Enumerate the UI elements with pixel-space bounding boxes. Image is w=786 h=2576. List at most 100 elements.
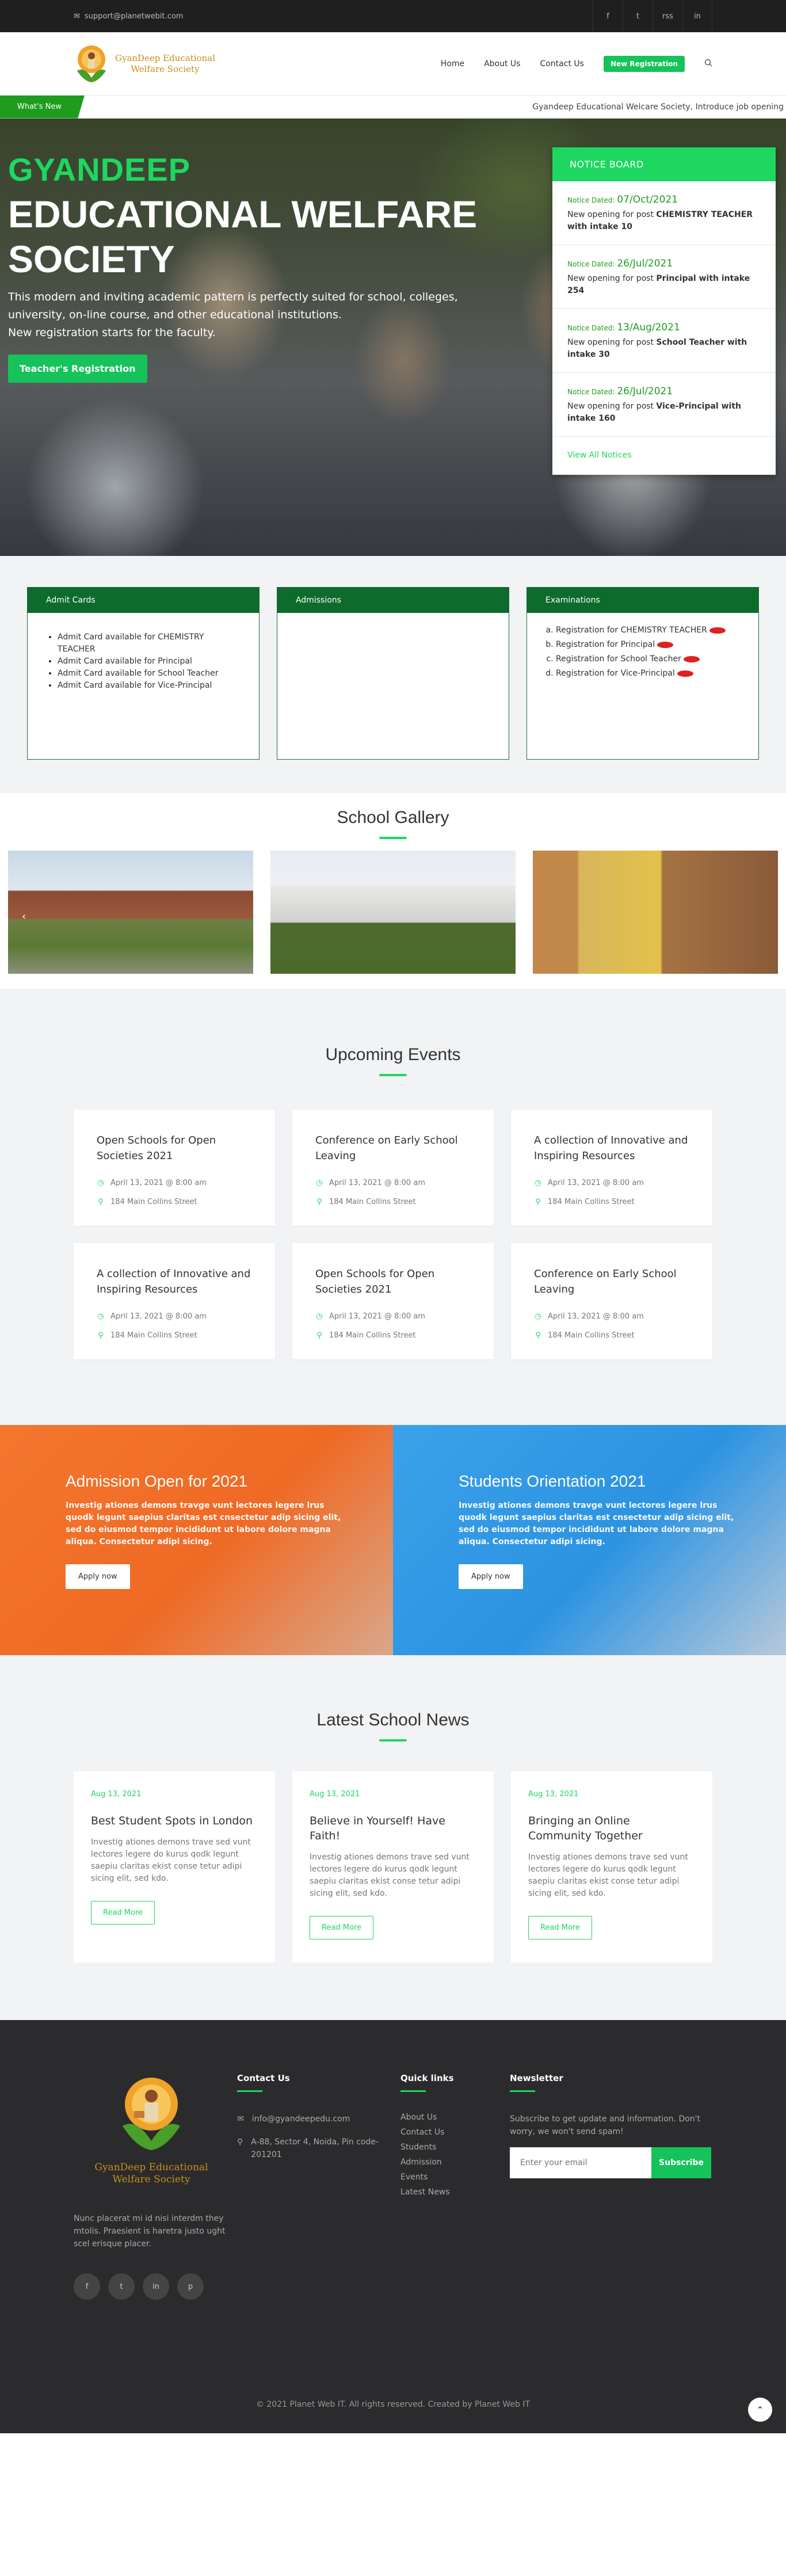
carousel-prev-icon[interactable]: ‹ (22, 910, 26, 923)
gallery-image[interactable] (270, 851, 516, 974)
news-excerpt: Investig ationes demons trave sed vunt l… (528, 1853, 688, 1898)
saraswati-logo-icon (74, 43, 109, 85)
promo-banners: Admission Open for 2021 Investig ationes… (0, 1425, 786, 1655)
news-card: Aug 13, 2021 Bringing an Online Communit… (511, 1771, 712, 1963)
event-card[interactable]: Open Schools for Open Societies 2021 ◷ Ap… (74, 1110, 275, 1226)
notice-item[interactable]: Notice Dated: 07/Oct/2021 New opening fo… (552, 181, 776, 245)
event-card[interactable]: Conference on Early School Leaving ◷ Apri… (292, 1110, 494, 1226)
pinterest-icon[interactable]: p (177, 2273, 204, 2300)
teachers-registration-button[interactable]: Teacher's Registration (8, 355, 147, 383)
event-place: 184 Main Collins Street (110, 1198, 197, 1206)
search-icon[interactable] (704, 59, 712, 69)
rss-icon[interactable]: rss (653, 0, 682, 32)
event-meta: ◷ April 13, 2021 @ 8:00 am ⚲ 184 Main Coll… (534, 1179, 689, 1206)
footer-contact-title: Contact Us (237, 2073, 290, 2083)
notice-item[interactable]: Notice Dated: 13/Aug/2021 New opening fo… (552, 309, 776, 373)
gallery-image[interactable] (533, 851, 778, 974)
logo-text: GyanDeep Educational Welfare Society (115, 53, 215, 75)
footer-link-events[interactable]: Events (400, 2173, 510, 2182)
hero-banner: GYANDEEP EDUCATIONAL WELFARE SOCIETY Thi… (0, 119, 786, 556)
footer-link-contact-us[interactable]: Contact Us (400, 2128, 510, 2137)
support-email-text: support@planetwebit.com (84, 12, 184, 21)
event-card[interactable]: A collection of Innovative and Inspiring… (74, 1243, 275, 1359)
footer-socials: f t in p (74, 2273, 237, 2300)
hero-content: GYANDEEP EDUCATIONAL WELFARE SOCIETY Thi… (8, 151, 503, 383)
apply-now-button[interactable]: Apply now (66, 1564, 130, 1589)
ticker-message[interactable]: Gyandeep Educational Welcare Society, In… (85, 102, 786, 112)
subscribe-form: Subscribe (510, 2147, 711, 2178)
list-item[interactable]: Registration for CHEMISTRY TEACHER (556, 623, 741, 638)
apply-now-button[interactable]: Apply now (459, 1564, 523, 1589)
footer-link-admission[interactable]: Admission (400, 2158, 510, 2167)
info-boxes: Admit Cards Admit Card available for CHE… (0, 556, 786, 793)
list-item[interactable]: Registration for Vice-Principal (556, 666, 741, 681)
title-underline (379, 1739, 407, 1742)
twitter-icon[interactable]: t (108, 2273, 135, 2300)
list-item[interactable]: Admit Card available for School Teacher (58, 668, 242, 680)
event-title: Open Schools for Open Societies 2021 (315, 1268, 435, 1295)
event-meta: ◷ April 13, 2021 @ 8:00 am ⚲ 184 Main Coll… (315, 1312, 471, 1340)
news-excerpt: Investig ationes demons trave sed vunt l… (310, 1853, 470, 1898)
event-meta: ◷ April 13, 2021 @ 8:00 am ⚲ 184 Main Coll… (97, 1179, 252, 1206)
title-underline (237, 2090, 262, 2092)
news-date: Aug 13, 2021 (91, 1790, 142, 1798)
read-more-button[interactable]: Read More (528, 1916, 593, 1939)
event-card[interactable]: A collection of Innovative and Inspiring… (511, 1110, 712, 1226)
subscribe-button[interactable]: Subscribe (651, 2147, 711, 2178)
scroll-to-top-icon[interactable]: ⌃ (748, 2398, 772, 2422)
new-badge-icon (709, 627, 726, 634)
contact-email[interactable]: info@gyandeepedu.com (252, 2113, 350, 2125)
twitter-icon[interactable]: t (623, 0, 653, 32)
list-item[interactable]: Admit Card available for Principal (58, 656, 242, 668)
linkedin-icon[interactable]: in (143, 2273, 169, 2300)
support-email[interactable]: ✉ support@planetwebit.com (74, 12, 183, 21)
examinations-title: Examinations (527, 588, 758, 613)
new-registration-button[interactable]: New Registration (603, 55, 685, 72)
news-headline[interactable]: Best Student Spots in London (91, 1813, 258, 1828)
site-logo[interactable]: GyanDeep Educational Welfare Society (74, 43, 215, 85)
notice-date: Notice Dated: 07/Oct/2021 (567, 194, 678, 205)
view-all-notices-link[interactable]: View All Notices (552, 437, 776, 475)
upcoming-events: Upcoming Events Open Schools for Open So… (0, 989, 786, 1425)
list-item[interactable]: Admit Card available for CHEMISTRY TEACH… (58, 631, 242, 656)
news-headline[interactable]: Believe in Yourself! Have Faith! (310, 1813, 476, 1843)
read-more-button[interactable]: Read More (310, 1916, 374, 1939)
contact-address: A-88, Sector 4, Noida, Pin code-201201 (251, 2137, 379, 2159)
nav-about-us[interactable]: About Us (484, 59, 520, 68)
hero-title-line-2: SOCIETY (8, 238, 175, 280)
list-item[interactable]: Registration for School Teacher (556, 652, 741, 666)
footer-link-latest-news[interactable]: Latest News (400, 2188, 510, 2197)
read-more-button[interactable]: Read More (91, 1901, 155, 1925)
footer-link-about-us[interactable]: About Us (400, 2113, 510, 2122)
list-item[interactable]: Admit Card available for Vice-Principal (58, 680, 242, 692)
footer-link-students[interactable]: Students (400, 2143, 510, 2152)
hero-title: EDUCATIONAL WELFARE SOCIETY (8, 192, 503, 281)
clock-icon: ◷ (316, 1312, 323, 1321)
footer-columns: GyanDeep Educational Welfare Society Nun… (74, 2073, 712, 2300)
facebook-icon[interactable]: f (74, 2273, 100, 2300)
newsletter-email-input[interactable] (510, 2147, 651, 2178)
nav-home[interactable]: Home (441, 59, 464, 68)
nav-contact-us[interactable]: Contact Us (540, 59, 583, 68)
notice-item[interactable]: Notice Dated: 26/Jul/2021 New opening fo… (552, 373, 776, 437)
event-date: April 13, 2021 @ 8:00 am (548, 1312, 644, 1321)
new-badge-icon (683, 656, 700, 662)
gallery-image[interactable] (8, 851, 253, 974)
event-card[interactable]: Conference on Early School Leaving ◷ Apri… (511, 1243, 712, 1359)
latest-news: Latest School News Aug 13, 2021 Best Stu… (0, 1655, 786, 2020)
notice-item[interactable]: Notice Dated: 26/Jul/2021 New opening fo… (552, 245, 776, 309)
event-meta: ◷ April 13, 2021 @ 8:00 am ⚲ 184 Main Coll… (97, 1312, 252, 1340)
facebook-icon[interactable]: f (593, 0, 623, 32)
footer-logo[interactable]: GyanDeep Educational Welfare Society (74, 2073, 229, 2186)
news-headline[interactable]: Bringing an Online Community Together (528, 1813, 695, 1843)
newsletter-text: Subscribe to get update and information.… (510, 2114, 701, 2136)
whats-new-ticker: What's New Gyandeep Educational Welcare … (0, 95, 786, 119)
clock-icon: ◷ (316, 1179, 323, 1187)
mail-icon: ✉ (237, 2114, 244, 2124)
linkedin-icon[interactable]: in (682, 0, 712, 32)
newsletter-title: Newsletter (510, 2073, 563, 2083)
gallery-carousel: ‹ (8, 851, 778, 974)
hero-description: This modern and inviting academic patter… (8, 288, 503, 342)
list-item[interactable]: Registration for Principal (556, 638, 741, 652)
event-card[interactable]: Open Schools for Open Societies 2021 ◷ Ap… (292, 1243, 494, 1359)
